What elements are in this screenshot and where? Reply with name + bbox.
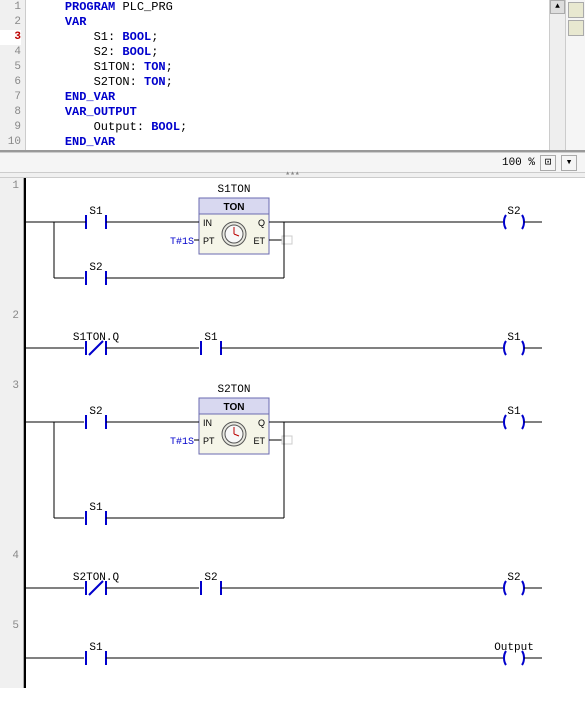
code-line[interactable]: VAR_OUTPUT xyxy=(36,105,549,120)
line-number: 5 xyxy=(0,60,21,75)
line-number: 6 xyxy=(0,75,21,90)
rung-number: 3 xyxy=(0,378,23,548)
coil-label: Output xyxy=(494,642,534,654)
coil-label: S2 xyxy=(507,206,520,218)
fb-pin-in: IN xyxy=(203,218,212,228)
contact-label: S1 xyxy=(89,502,103,514)
code-line[interactable]: S1: BOOL; xyxy=(36,30,549,45)
fb-pin-in: IN xyxy=(203,418,212,428)
fb-pin-et: ET xyxy=(253,436,265,446)
contact-label: S2 xyxy=(89,406,102,418)
pt-literal: T#1S xyxy=(170,437,194,448)
code-line[interactable]: Output: BOOL; xyxy=(36,120,549,135)
contact-label: S1 xyxy=(204,332,218,344)
contact-label: S1 xyxy=(89,642,103,654)
fb-pin-pt: PT xyxy=(203,436,215,446)
side-toolbar xyxy=(565,0,585,150)
line-number: 9 xyxy=(0,120,21,135)
line-number: 7 xyxy=(0,90,21,105)
code-line[interactable]: VAR xyxy=(36,15,549,30)
line-number: 2 xyxy=(0,15,21,30)
rung-number: 4 xyxy=(0,548,23,618)
contact-label: S1 xyxy=(89,206,103,218)
rung-number: 5 xyxy=(0,618,23,688)
line-number: 10 xyxy=(0,135,21,150)
ladder-pane: 1 2 3 4 5 S1TON TON IN PT Q ET S1 xyxy=(0,178,585,688)
contact-label: S2 xyxy=(89,262,102,274)
coil-label: S2 xyxy=(507,572,520,584)
code-line[interactable]: END_VAR xyxy=(36,135,549,150)
line-number: 1 xyxy=(0,0,21,15)
code-line[interactable]: END_VAR xyxy=(36,90,549,105)
code-line[interactable]: S2TON: TON; xyxy=(36,75,549,90)
code-area[interactable]: PROGRAM PLC_PRG VAR S1: BOOL; S2: BOOL; … xyxy=(26,0,549,150)
code-gutter: 12345678910 xyxy=(0,0,26,150)
code-line[interactable]: PROGRAM PLC_PRG xyxy=(36,0,549,15)
fb-pin-pt: PT xyxy=(203,236,215,246)
rung-5[interactable]: S1 Output xyxy=(24,618,564,688)
code-line[interactable]: S2: BOOL; xyxy=(36,45,549,60)
code-line[interactable]: S1TON: TON; xyxy=(36,60,549,75)
code-pane: 12345678910 PROGRAM PLC_PRG VAR S1: BOOL… xyxy=(0,0,585,152)
rung-4[interactable]: S2TON.Q S2 S2 xyxy=(24,548,564,618)
fb-pin-q: Q xyxy=(258,418,265,428)
ladder-body[interactable]: S1TON TON IN PT Q ET S1 T#1S xyxy=(24,178,585,688)
fb-type-label: TON xyxy=(224,202,245,213)
line-number: 8 xyxy=(0,105,21,120)
line-number: 3 xyxy=(0,30,21,45)
zoom-dropdown-icon[interactable]: ▾ xyxy=(561,155,577,171)
coil-label: S1 xyxy=(507,406,521,418)
rung-number: 1 xyxy=(0,178,23,308)
pt-literal: T#1S xyxy=(170,237,194,248)
vertical-scrollbar[interactable]: ▲ xyxy=(549,0,565,150)
ladder-gutter: 1 2 3 4 5 xyxy=(0,178,24,688)
fb-pin-et: ET xyxy=(253,236,265,246)
structured-view-icon[interactable] xyxy=(568,2,584,18)
rung-3[interactable]: S2TON TON IN PT Q ET S2 T#1S S1 xyxy=(24,378,564,548)
scroll-up-arrow[interactable]: ▲ xyxy=(550,0,565,14)
zoom-value: 100 % xyxy=(502,157,535,169)
zoom-fit-icon[interactable]: ⊡ xyxy=(540,155,556,171)
rung-1[interactable]: S1TON TON IN PT Q ET S1 T#1S xyxy=(24,178,564,308)
line-number: 4 xyxy=(0,45,21,60)
contact-label: S2 xyxy=(204,572,217,584)
tabular-view-icon[interactable] xyxy=(568,20,584,36)
fb-type-label: TON xyxy=(224,402,245,413)
contact-label: S1TON.Q xyxy=(73,332,120,344)
fb-instance-label: S1TON xyxy=(217,184,250,196)
coil-label: S1 xyxy=(507,332,521,344)
rung-number: 2 xyxy=(0,308,23,378)
contact-label: S2TON.Q xyxy=(73,572,120,584)
power-rail xyxy=(24,178,26,688)
fb-instance-label: S2TON xyxy=(217,384,250,396)
rung-2[interactable]: S1TON.Q S1 S1 xyxy=(24,308,564,378)
fb-pin-q: Q xyxy=(258,218,265,228)
